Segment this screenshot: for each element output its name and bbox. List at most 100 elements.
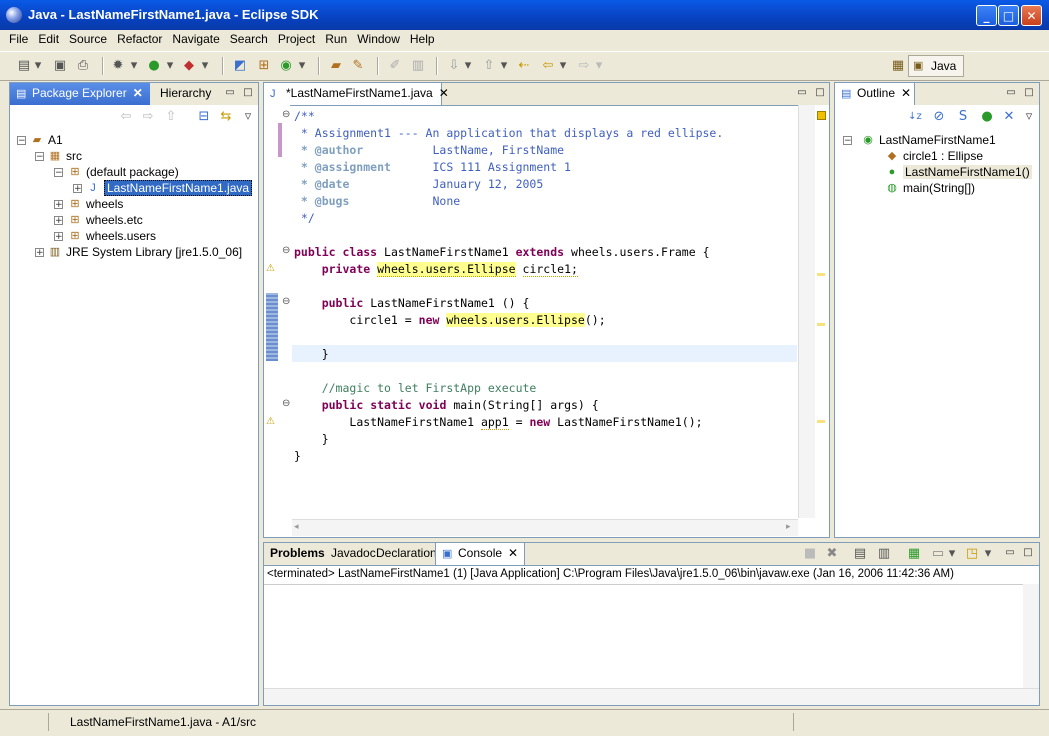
- code-line[interactable]: //magic to let FirstApp execute: [294, 380, 537, 397]
- code-line[interactable]: * @author LastName, FirstName: [294, 142, 564, 159]
- menu-search[interactable]: Search: [225, 30, 273, 48]
- fold-icon[interactable]: ⊖: [282, 296, 290, 307]
- forward-dropdown-icon[interactable]: ▾: [595, 58, 603, 74]
- fold-icon[interactable]: ⊖: [282, 245, 290, 256]
- editor-vertical-scrollbar[interactable]: [798, 105, 815, 518]
- debug-dropdown-icon[interactable]: ▾: [130, 58, 138, 74]
- next-annotation-dropdown-icon[interactable]: ▾: [464, 58, 472, 74]
- up-icon[interactable]: ⇧: [163, 109, 179, 125]
- code-line[interactable]: /**: [294, 108, 315, 125]
- maximize-view-icon[interactable]: □: [242, 87, 254, 99]
- minimize-button[interactable]: _: [976, 5, 997, 26]
- tree-item-wheels-users[interactable]: ⊞ wheels.users: [68, 228, 156, 244]
- external-tools-dropdown-icon[interactable]: ▾: [201, 58, 209, 74]
- close-tab-icon[interactable]: ✕: [901, 86, 911, 100]
- run-icon[interactable]: ●: [146, 58, 162, 74]
- hide-static-icon[interactable]: S: [955, 109, 971, 125]
- maximize-button[interactable]: □: [998, 5, 1019, 26]
- expand-icon[interactable]: +: [73, 184, 82, 194]
- new-class-icon[interactable]: ◉: [278, 58, 294, 74]
- fold-icon[interactable]: ⊖: [282, 398, 290, 409]
- menu-file[interactable]: File: [4, 30, 33, 48]
- warning-marker[interactable]: [817, 273, 825, 276]
- code-line[interactable]: private wheels.users.Ellipse circle1;: [294, 261, 578, 278]
- code-line[interactable]: * @assignment ICS 111 Assignment 1: [294, 159, 571, 176]
- tree-item-project[interactable]: ▰ A1: [30, 132, 63, 148]
- warning-marker[interactable]: [817, 420, 825, 423]
- back-dropdown-icon[interactable]: ▾: [559, 58, 567, 74]
- search-icon[interactable]: ✎: [350, 58, 366, 74]
- code-line[interactable]: * @bugs None: [294, 193, 460, 210]
- close-tab-icon[interactable]: ✕: [439, 86, 449, 100]
- maximize-view-icon[interactable]: □: [1022, 547, 1034, 559]
- new-icon[interactable]: ▤: [16, 58, 32, 74]
- title-bar[interactable]: Java - LastNameFirstName1.java - Eclipse…: [0, 0, 1049, 30]
- code-line[interactable]: */: [294, 210, 315, 227]
- minimize-view-icon[interactable]: ▭: [1005, 87, 1017, 99]
- view-menu-icon[interactable]: ▿: [1021, 109, 1037, 125]
- code-line[interactable]: * Assignment1 --- An application that di…: [294, 125, 723, 142]
- display-console-dropdown-icon[interactable]: ▾: [948, 546, 956, 562]
- run-dropdown-icon[interactable]: ▾: [166, 58, 174, 74]
- open-console-icon[interactable]: ◳: [964, 546, 980, 562]
- print-icon[interactable]: ⎙: [75, 58, 91, 74]
- open-console-dropdown-icon[interactable]: ▾: [984, 546, 992, 562]
- hide-local-types-icon[interactable]: ✕: [1001, 109, 1017, 125]
- outline-item-method[interactable]: ◍ main(String[]): [885, 180, 975, 196]
- tree-item-wheels[interactable]: ⊞ wheels: [68, 196, 123, 212]
- editor-horizontal-scrollbar[interactable]: ◂ ▸: [292, 519, 798, 536]
- terminate-icon[interactable]: ■: [802, 546, 818, 562]
- maximize-view-icon[interactable]: □: [814, 87, 826, 99]
- pin-console-icon[interactable]: ▦: [906, 546, 922, 562]
- scroll-lock-icon[interactable]: ▥: [876, 546, 892, 562]
- menu-project[interactable]: Project: [273, 30, 320, 48]
- collapse-icon[interactable]: −: [54, 168, 63, 178]
- java-perspective-button[interactable]: ▣ Java: [908, 55, 964, 77]
- previous-annotation-dropdown-icon[interactable]: ▾: [500, 58, 508, 74]
- menu-navigate[interactable]: Navigate: [167, 30, 224, 48]
- toggle-mark-icon[interactable]: ✐: [387, 58, 403, 74]
- forward-icon[interactable]: ⇨: [576, 58, 592, 74]
- external-tools-icon[interactable]: ◆: [181, 58, 197, 74]
- console-horizontal-scrollbar[interactable]: [264, 688, 1039, 705]
- outline-item-field[interactable]: ◆ circle1 : Ellipse: [885, 148, 983, 164]
- maximize-view-icon[interactable]: □: [1023, 87, 1035, 99]
- tab-declaration[interactable]: Declaration: [370, 543, 443, 565]
- show-source-icon[interactable]: ▥: [410, 58, 426, 74]
- tree-item-src[interactable]: ▦ src: [48, 148, 82, 164]
- close-tab-icon[interactable]: ✕: [508, 546, 518, 560]
- tab-hierarchy[interactable]: Hierarchy: [154, 83, 217, 105]
- link-with-editor-icon[interactable]: ⇆: [218, 109, 234, 125]
- clear-console-icon[interactable]: ▤: [852, 546, 868, 562]
- last-edit-location-icon[interactable]: ⇠: [516, 58, 532, 74]
- menu-edit[interactable]: Edit: [33, 30, 64, 48]
- menu-help[interactable]: Help: [405, 30, 440, 48]
- display-console-icon[interactable]: ▭: [930, 546, 946, 562]
- code-line[interactable]: public LastNameFirstName1 () {: [294, 295, 530, 312]
- tab-package-explorer[interactable]: ▤ Package Explorer ✕: [10, 83, 150, 105]
- tab-editor-file[interactable]: J *LastNameFirstName1.java ✕: [264, 83, 449, 105]
- new-dropdown-icon[interactable]: ▾: [34, 58, 42, 74]
- tree-item-wheels-etc[interactable]: ⊞ wheels.etc: [68, 212, 142, 228]
- tab-console[interactable]: ▣ Console ✕: [435, 543, 526, 565]
- previous-annotation-icon[interactable]: ⇧: [481, 58, 497, 74]
- tree-item-default-package[interactable]: ⊞ (default package): [68, 164, 178, 180]
- code-line[interactable]: circle1 = new wheels.users.Ellipse();: [294, 312, 606, 329]
- menu-window[interactable]: Window: [352, 30, 405, 48]
- code-line[interactable]: * @date January 12, 2005: [294, 176, 543, 193]
- outline-item-class[interactable]: ◉ LastNameFirstName1: [861, 132, 996, 148]
- menu-refactor[interactable]: Refactor: [112, 30, 167, 48]
- next-annotation-icon[interactable]: ⇩: [446, 58, 462, 74]
- fast-view-bar[interactable]: [8, 713, 49, 731]
- console-output[interactable]: [264, 584, 1023, 689]
- forward-icon[interactable]: ⇨: [140, 109, 156, 125]
- code-line[interactable]: }: [294, 431, 329, 448]
- expand-icon[interactable]: +: [35, 248, 44, 258]
- tab-outline[interactable]: ▤ Outline ✕: [835, 83, 915, 105]
- new-package-icon[interactable]: ⊞: [256, 58, 272, 74]
- tab-problems[interactable]: Problems: [264, 543, 331, 565]
- expand-icon[interactable]: +: [54, 200, 63, 210]
- open-perspective-icon[interactable]: ▦: [890, 58, 906, 74]
- close-tab-icon[interactable]: ✕: [133, 86, 143, 100]
- menu-source[interactable]: Source: [64, 30, 112, 48]
